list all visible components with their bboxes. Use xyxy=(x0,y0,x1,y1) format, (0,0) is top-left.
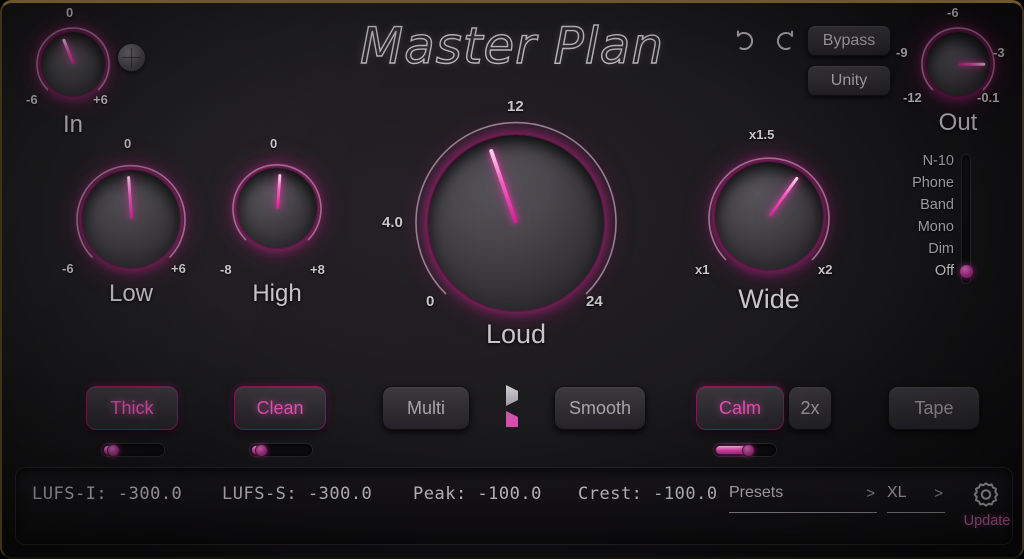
knob-low-tick-top: 0 xyxy=(124,136,132,151)
multi-button[interactable]: Multi xyxy=(382,386,470,430)
plugin-window: Master Plan 0 -6 +6 In Bypass Unity -6 -… xyxy=(0,0,1024,559)
monitor-item-2[interactable]: Band xyxy=(920,197,954,213)
size-chevron-icon: > xyxy=(934,485,943,502)
knob-loud-tick-bottom-left: 0 xyxy=(426,293,435,310)
monitor-item-3[interactable]: Mono xyxy=(918,219,954,235)
tape-button[interactable]: Tape xyxy=(888,386,980,430)
meter-lufs-i: LUFS-I: -300.0 xyxy=(32,484,183,504)
thick-slider-thumb[interactable] xyxy=(107,444,119,456)
knob-wide-tick-top: x1.5 xyxy=(749,127,775,142)
metal-screw-icon[interactable] xyxy=(118,44,145,71)
monitor-item-1[interactable]: Phone xyxy=(912,175,954,191)
knob-in-tick-left: -6 xyxy=(26,92,38,107)
monitor-item-0[interactable]: N-10 xyxy=(923,153,954,169)
knob-out-tick-right: -3 xyxy=(993,45,1005,60)
knob-in[interactable]: 0 -6 +6 In xyxy=(26,5,116,138)
knob-out-tick-bottom-right: -0.1 xyxy=(977,90,1000,105)
monitor-item-4[interactable]: Dim xyxy=(928,241,954,257)
size-dropdown[interactable]: XL > xyxy=(887,483,945,513)
knob-in-tick-top: 0 xyxy=(66,5,74,20)
gear-icon[interactable] xyxy=(971,480,1001,510)
calm-slider-thumb[interactable] xyxy=(743,444,755,456)
update-label[interactable]: Update xyxy=(954,513,1020,529)
meter-peak: Peak: -100.0 xyxy=(413,484,542,504)
knob-low-tick-right: +6 xyxy=(171,261,186,276)
knob-low-label: Low xyxy=(108,280,154,307)
unity-button[interactable]: Unity xyxy=(807,65,891,96)
knob-low-tick-left: -6 xyxy=(62,261,74,276)
knob-out-label: Out xyxy=(938,109,978,136)
knob-loud[interactable]: 12 4.0 0 24 Loud xyxy=(382,98,618,349)
knob-high-label: High xyxy=(252,280,302,307)
monitor-slider-thumb[interactable] xyxy=(959,265,973,278)
knob-wide-tick-bottom-right: x2 xyxy=(818,262,833,277)
calm-slider[interactable] xyxy=(714,444,776,456)
knob-loud-tick-left: 4.0 xyxy=(382,214,403,231)
knob-in-tick-right: +6 xyxy=(93,92,108,107)
undo-arrow-icon[interactable] xyxy=(732,28,758,54)
knob-high-tick-right: +8 xyxy=(310,262,325,277)
bypass-button[interactable]: Bypass xyxy=(807,25,891,56)
size-label: XL xyxy=(887,484,907,501)
knob-loud-cap[interactable] xyxy=(428,135,604,311)
knob-wide-tick-bottom-left: x1 xyxy=(695,262,710,277)
thick-button[interactable]: Thick xyxy=(86,386,178,430)
knob-loud-label: Loud xyxy=(485,319,547,349)
clean-slider-thumb[interactable] xyxy=(255,444,267,456)
knob-low[interactable]: 0 -6 +6 Low xyxy=(62,136,192,307)
thick-slider[interactable] xyxy=(102,444,164,456)
clean-slider[interactable] xyxy=(250,444,312,456)
knob-out-tick-top: -6 xyxy=(947,5,959,20)
knob-loud-tick-top: 12 xyxy=(507,98,524,115)
monitor-slider-track[interactable] xyxy=(962,155,970,283)
knob-high-tick-left: -8 xyxy=(220,262,232,277)
presets-dropdown[interactable]: Presets > xyxy=(729,483,877,513)
monitor-item-5[interactable]: Off xyxy=(935,263,954,279)
calm-button[interactable]: Calm xyxy=(696,386,784,430)
monitor-mode-list[interactable]: N-10 Phone Band Mono Dim Off xyxy=(886,153,978,285)
knob-out-tick-left: -9 xyxy=(896,45,908,60)
meter-lufs-s: LUFS-S: -300.0 xyxy=(222,484,373,504)
meter-crest: Crest: -100.0 xyxy=(578,484,718,504)
presets-chevron-icon: > xyxy=(866,485,875,502)
redo-arrow-icon[interactable] xyxy=(772,28,798,54)
clean-button[interactable]: Clean xyxy=(234,386,326,430)
2x-button[interactable]: 2x xyxy=(788,386,832,430)
status-bar: LUFS-I: -300.0 LUFS-S: -300.0 Peak: -100… xyxy=(16,468,1012,544)
knob-high-tick-top: 0 xyxy=(270,136,278,151)
knob-loud-tick-bottom-right: 24 xyxy=(586,293,603,310)
smooth-button[interactable]: Smooth xyxy=(554,386,646,430)
knob-wide[interactable]: x1.5 x1 x2 Wide xyxy=(695,127,836,314)
lightning-bolt-icon[interactable] xyxy=(499,384,525,428)
knob-wide-label: Wide xyxy=(738,284,800,314)
knob-out-pointer xyxy=(958,62,986,66)
knob-out[interactable]: -6 -9 -3 -12 -0.1 Out xyxy=(896,5,1005,136)
presets-label: Presets xyxy=(729,484,784,501)
knob-in-label: In xyxy=(62,111,83,138)
knob-out-tick-bottom-left: -12 xyxy=(903,90,922,105)
knob-high[interactable]: 0 -8 +8 High xyxy=(220,136,327,307)
